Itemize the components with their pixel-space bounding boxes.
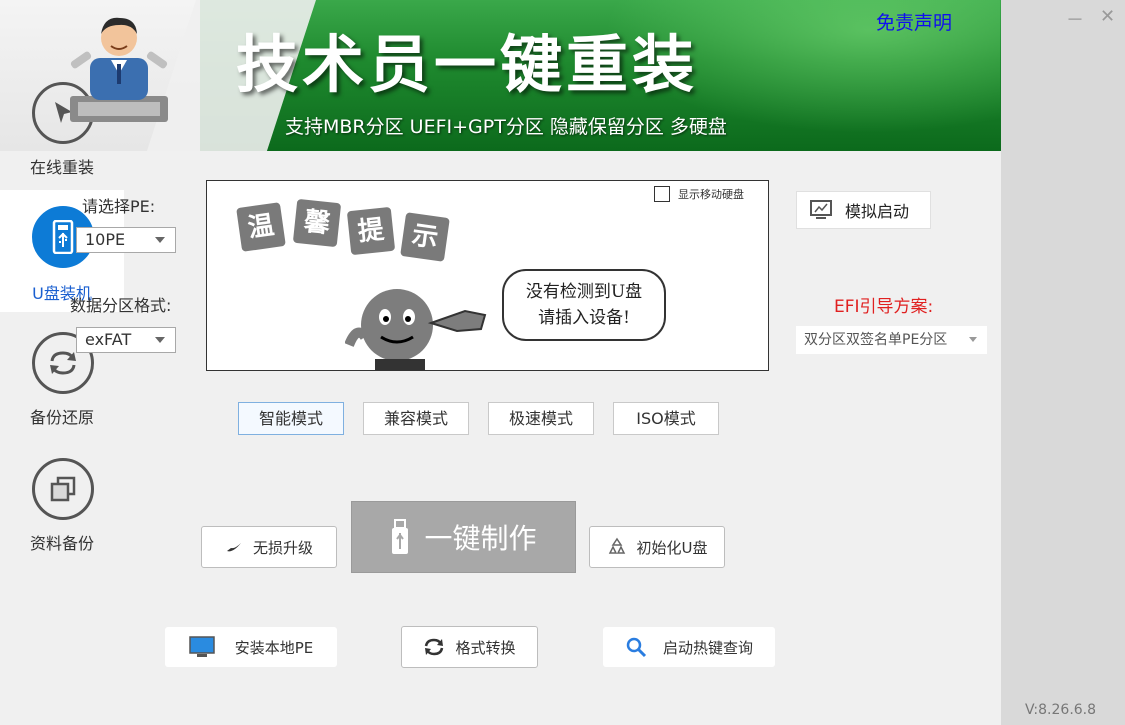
refresh-arrows-icon <box>423 637 445 657</box>
right-sidebar <box>1001 0 1125 725</box>
sidebar-item-label: 备份还原 <box>29 408 94 427</box>
cartoon-character <box>344 285 495 370</box>
close-button[interactable]: ✕ <box>1100 6 1115 27</box>
usb-drive-icon <box>390 519 410 555</box>
tab-compatible-mode[interactable]: 兼容模式 <box>363 402 469 435</box>
simulate-boot-button[interactable]: 模拟启动 <box>796 191 931 229</box>
chevron-down-icon <box>969 337 977 342</box>
monitor-icon <box>809 199 833 221</box>
format-convert-label: 格式转换 <box>455 638 516 657</box>
recycle-icon <box>607 537 627 557</box>
format-convert-button[interactable]: 格式转换 <box>401 626 538 668</box>
copy-squares-icon <box>32 458 94 520</box>
format-select-value: exFAT <box>85 330 132 349</box>
efi-scheme-select[interactable]: 双分区双签名单PE分区 <box>796 326 987 354</box>
message-line-2: 请插入设备! <box>538 308 630 328</box>
simulate-boot-label: 模拟启动 <box>845 202 910 221</box>
format-label: 数据分区格式: <box>70 296 172 315</box>
search-icon <box>625 636 647 658</box>
show-removable-label: 显示移动硬盘 <box>678 188 744 201</box>
pe-select[interactable]: 10PE <box>76 227 176 253</box>
format-select[interactable]: exFAT <box>76 327 176 353</box>
app-title: 技术员一键重装 <box>236 28 699 101</box>
swoosh-icon <box>225 539 243 555</box>
lossless-upgrade-label: 无损升级 <box>252 538 313 557</box>
chevron-down-icon <box>155 237 165 243</box>
pe-label: 请选择PE: <box>82 197 156 216</box>
boot-hotkey-query-label: 启动热键查询 <box>662 638 753 657</box>
efi-select-value: 双分区双签名单PE分区 <box>804 332 948 348</box>
one-click-make-button[interactable]: 一键制作 <box>351 501 576 573</box>
version-label: V:8.26.6.8 <box>1025 702 1097 718</box>
chevron-down-icon <box>155 337 165 343</box>
tip-char: 示 <box>400 212 450 262</box>
sidebar-item-label: 在线重装 <box>29 158 94 177</box>
show-removable-checkbox[interactable]: 显示移动硬盘 <box>654 186 744 202</box>
app-subtitle: 支持MBR分区 UEFI+GPT分区 隐藏保留分区 多硬盘 <box>285 116 727 138</box>
init-usb-label: 初始化U盘 <box>636 538 708 557</box>
efi-label: EFI引导方案: <box>834 297 934 317</box>
pe-select-value: 10PE <box>85 230 126 249</box>
checkbox-square[interactable] <box>654 186 670 202</box>
mascot-logo <box>64 10 174 125</box>
install-local-pe-button[interactable]: 安装本地PE <box>165 627 337 667</box>
tip-char: 馨 <box>292 198 342 248</box>
lossless-upgrade-button[interactable]: 无损升级 <box>201 526 337 568</box>
init-usb-button[interactable]: 初始化U盘 <box>589 526 725 568</box>
boot-hotkey-query-button[interactable]: 启动热键查询 <box>603 627 775 667</box>
sidebar-item-label: 资料备份 <box>29 534 94 553</box>
usb-not-detected-bubble: 没有检测到U盘 请插入设备! <box>502 269 666 341</box>
minimize-button[interactable]: － <box>1066 6 1084 32</box>
tab-iso-mode[interactable]: ISO模式 <box>613 402 719 435</box>
tab-smart-mode[interactable]: 智能模式 <box>238 402 344 435</box>
monitor-icon <box>188 635 215 659</box>
install-local-pe-label: 安装本地PE <box>234 638 314 657</box>
one-click-make-label: 一键制作 <box>424 522 537 555</box>
tab-fast-mode[interactable]: 极速模式 <box>488 402 594 435</box>
tip-char: 提 <box>346 206 396 256</box>
message-line-1: 没有检测到U盘 <box>525 282 643 302</box>
sidebar-item-data-backup[interactable]: 资料备份 <box>0 458 124 564</box>
disclaimer-link[interactable]: 免责声明 <box>876 8 952 35</box>
tip-char: 温 <box>236 202 286 252</box>
device-info-box: 显示移动硬盘 温 馨 提 示 没有检测到U盘 请插入设备! <box>206 180 769 371</box>
